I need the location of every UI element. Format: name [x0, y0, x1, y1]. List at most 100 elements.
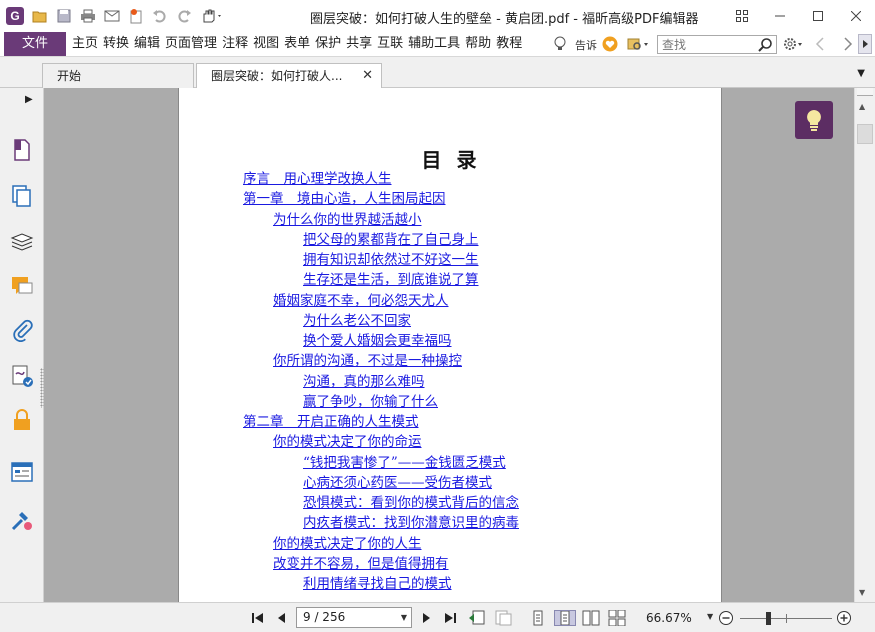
feedback-icon[interactable]	[602, 36, 618, 52]
toc-entry-link[interactable]: “钱把我害惨了”——金钱匮乏模式	[303, 454, 506, 472]
quick-access-toolbar	[30, 6, 226, 26]
zoom-out-icon[interactable]	[718, 610, 734, 626]
next-page-icon[interactable]	[418, 610, 434, 626]
menu-convert[interactable]: 转换	[103, 32, 132, 56]
menu-organize[interactable]: 页面管理	[165, 32, 220, 56]
toc-entry-link[interactable]: 为什么老公不回家	[303, 312, 411, 330]
tab-start[interactable]: 开始	[42, 63, 194, 88]
navigation-panel: ▶	[0, 88, 44, 632]
first-page-icon[interactable]	[250, 610, 266, 626]
form-fields-icon[interactable]	[10, 460, 34, 484]
previous-result-icon[interactable]	[814, 37, 826, 51]
document-viewport[interactable]: 目 录 序言 用心理学改换人生第一章 境由心造，人生困局起因 为什么你的世界越活越…	[44, 88, 854, 602]
new-document-icon[interactable]	[126, 6, 146, 26]
comments-icon[interactable]	[10, 274, 34, 298]
menu-help[interactable]: 帮助	[465, 32, 494, 56]
print-icon[interactable]	[78, 6, 98, 26]
tab-start-label: 开始	[57, 69, 82, 83]
toc-entry-link[interactable]: 内疚者模式：找到你潜意识里的病毒	[303, 514, 519, 532]
toc-entry-link[interactable]: 你的模式决定了你的命运	[273, 433, 422, 451]
previous-page-icon[interactable]	[274, 610, 290, 626]
attachments-icon[interactable]	[10, 318, 34, 343]
zoom-in-icon[interactable]	[836, 610, 852, 626]
toc-entry-link[interactable]: 利用情绪寻找自己的模式	[303, 575, 452, 593]
toc-entry-link[interactable]: 换个爱人婚姻会更幸福吗	[303, 332, 452, 350]
toc-entry-link[interactable]: 第二章 开启正确的人生模式	[243, 413, 419, 431]
menu-view[interactable]: 视图	[253, 32, 282, 56]
facing-view-icon[interactable]	[582, 610, 600, 626]
next-view-icon[interactable]	[494, 610, 512, 626]
layers-icon[interactable]	[10, 230, 34, 254]
single-page-view-icon[interactable]	[530, 610, 546, 626]
tab-document[interactable]: 圈层突破：如何打破人... ✕	[196, 63, 382, 89]
find-options-icon[interactable]	[627, 36, 651, 52]
zoom-slider-thumb[interactable]	[766, 612, 771, 625]
continuous-facing-view-icon[interactable]	[608, 609, 626, 627]
page-number-field[interactable]: 9 / 256 ▼	[296, 607, 412, 628]
toc-title: 目 录	[421, 148, 481, 172]
tips-button[interactable]	[795, 101, 833, 139]
menu-connect[interactable]: 互联	[377, 32, 406, 56]
toc-entry-link[interactable]: 把父母的累都背在了自己身上	[303, 231, 479, 249]
minimize-icon[interactable]	[761, 0, 799, 32]
wrench-tools-icon[interactable]	[10, 508, 34, 532]
save-icon[interactable]	[54, 6, 74, 26]
toc-entry-link[interactable]: 拥有知识却依然过不好这一生	[303, 251, 479, 269]
menu-form[interactable]: 表单	[284, 32, 313, 56]
pages-icon[interactable]	[10, 184, 34, 208]
toc-entry-link[interactable]: 为什么你的世界越活越小	[273, 211, 422, 229]
zoom-level[interactable]: 66.67%	[646, 611, 692, 625]
toc-entry-link[interactable]: 第一章 境由心造，人生困局起因	[243, 190, 446, 208]
toc-entry-link[interactable]: 恐惧模式：看到你的模式背后的信念	[303, 494, 519, 512]
toc-entry-link[interactable]: 序言 用心理学改换人生	[243, 170, 392, 188]
signatures-icon[interactable]	[10, 364, 34, 388]
search-icon[interactable]	[757, 37, 773, 53]
tab-list-dropdown-icon[interactable]: ▼	[857, 68, 865, 79]
window-controls	[723, 0, 875, 32]
tell-me-label[interactable]: 告诉	[575, 37, 597, 53]
toc-entry-link[interactable]: 生存还是生活，到底谁说了算	[303, 271, 479, 289]
hand-tool-icon[interactable]	[198, 6, 226, 26]
menu-comment[interactable]: 注释	[222, 32, 251, 56]
toc-entry-link[interactable]: 改变并不容易，但是值得拥有	[273, 555, 449, 573]
app-logo[interactable]: G	[6, 7, 24, 25]
scroll-up-arrow-icon[interactable]: ▲	[859, 102, 865, 111]
gear-icon[interactable]	[783, 36, 805, 52]
toc-entry-link[interactable]: 心病还须心药医——受伤者模式	[303, 474, 492, 492]
close-tab-icon[interactable]: ✕	[362, 64, 373, 88]
split-view-handle[interactable]	[857, 88, 873, 96]
menu-tutorial[interactable]: 教程	[496, 32, 525, 56]
toc-entry-link[interactable]: 沟通，真的那么难吗	[303, 373, 425, 391]
security-lock-icon[interactable]	[10, 408, 34, 432]
toc-entry-link[interactable]: 赢了争吵，你输了什么	[303, 393, 438, 411]
scroll-down-arrow-icon[interactable]: ▼	[859, 588, 865, 597]
lightbulb-icon[interactable]	[552, 36, 568, 52]
zoom-dropdown-icon[interactable]: ▼	[707, 612, 713, 621]
continuous-view-icon[interactable]	[554, 610, 576, 626]
page-thumbnails-icon[interactable]	[10, 138, 34, 162]
scrollbar-thumb[interactable]	[857, 124, 873, 144]
menu-edit[interactable]: 编辑	[134, 32, 163, 56]
page-dropdown-icon[interactable]: ▼	[401, 608, 407, 627]
toc-entry-link[interactable]: 婚姻家庭不幸，何必怨天尤人	[273, 292, 449, 310]
email-icon[interactable]	[102, 6, 122, 26]
toc-entry-link[interactable]: 你所谓的沟通，不过是一种操控	[273, 352, 462, 370]
undo-icon[interactable]	[150, 6, 170, 26]
previous-view-icon[interactable]	[468, 610, 485, 626]
ribbon-toggle-button[interactable]	[858, 34, 872, 54]
next-result-icon[interactable]	[842, 37, 854, 51]
layout-icon[interactable]	[723, 0, 761, 32]
close-window-icon[interactable]	[837, 0, 875, 32]
vertical-scrollbar[interactable]: ▲ ▼	[854, 88, 875, 602]
menu-accessibility[interactable]: 辅助工具	[408, 32, 463, 56]
open-folder-icon[interactable]	[30, 6, 50, 26]
last-page-icon[interactable]	[442, 610, 458, 626]
menu-share[interactable]: 共享	[346, 32, 375, 56]
file-menu-button[interactable]: 文件	[4, 32, 66, 56]
redo-icon[interactable]	[174, 6, 194, 26]
expand-panel-icon[interactable]: ▶	[25, 94, 33, 105]
menu-home[interactable]: 主页	[72, 32, 101, 56]
menu-protect[interactable]: 保护	[315, 32, 344, 56]
maximize-icon[interactable]	[799, 0, 837, 32]
toc-entry-link[interactable]: 你的模式决定了你的人生	[273, 535, 422, 553]
